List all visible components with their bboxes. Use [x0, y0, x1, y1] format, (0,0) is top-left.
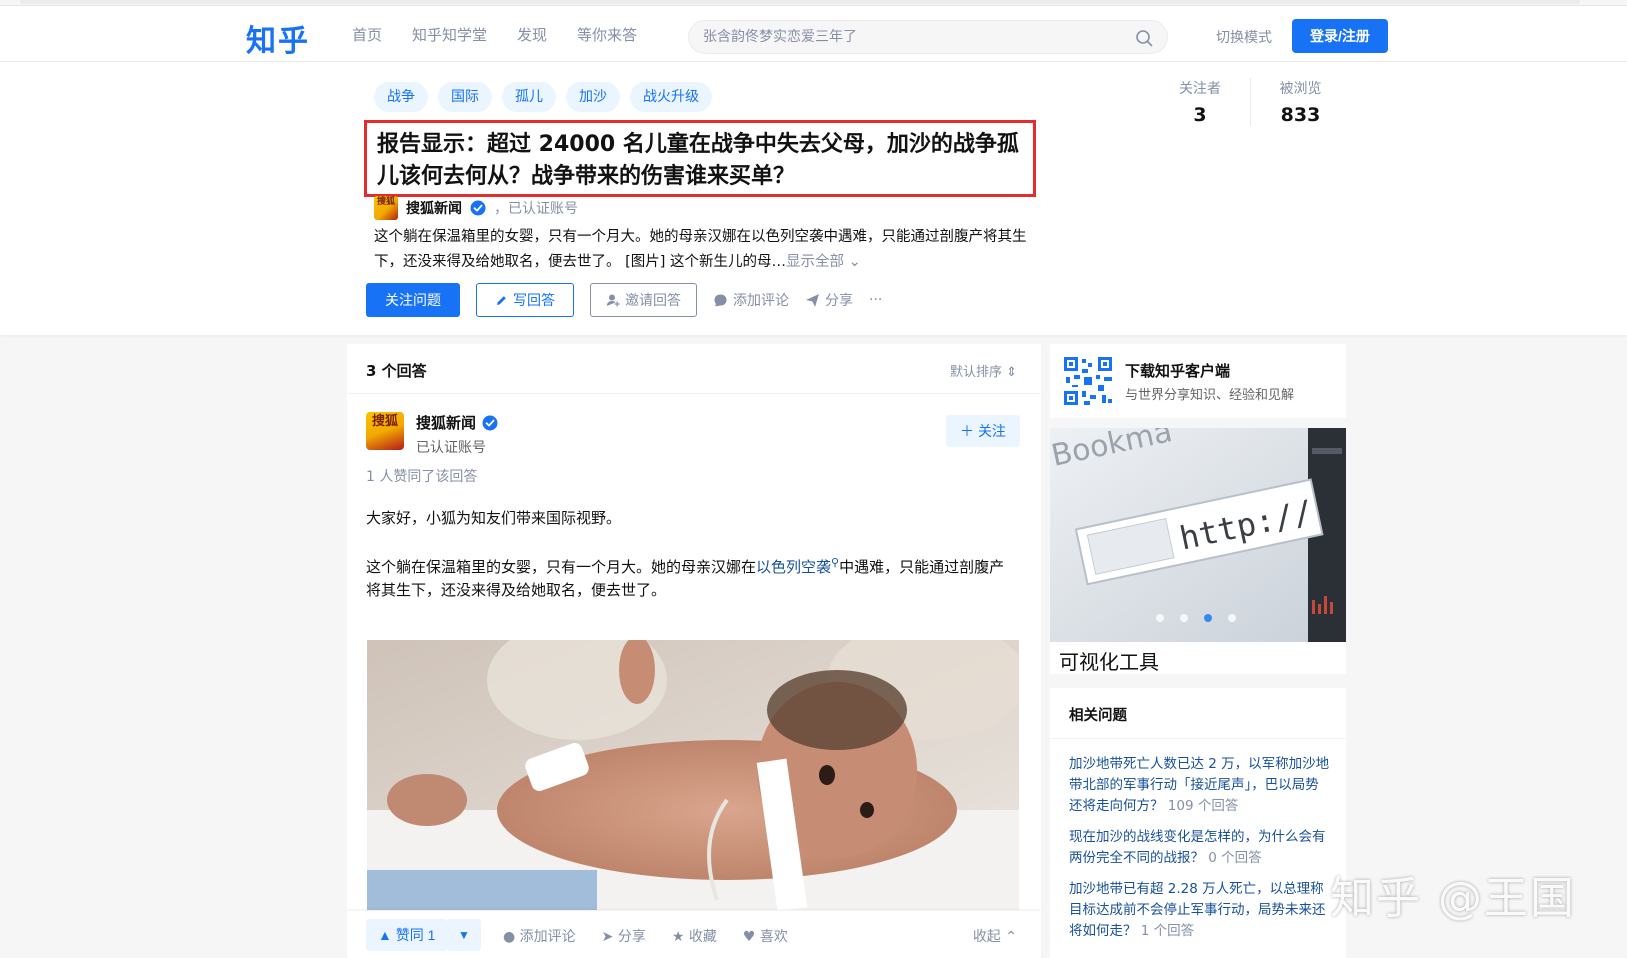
add-comment-action[interactable]: 添加评论 [713, 290, 789, 310]
more-actions-button[interactable]: ··· [869, 292, 882, 308]
views-stat: 被浏览 833 [1250, 78, 1350, 126]
avatar[interactable]: 搜狐 [366, 412, 404, 450]
search-input[interactable] [703, 21, 1123, 53]
nav-zhixuetang[interactable]: 知乎知学堂 [412, 24, 487, 45]
views-count: 833 [1280, 104, 1321, 126]
heart-icon: ♥ [742, 929, 756, 945]
nav-home[interactable]: 首页 [352, 24, 382, 45]
answer-paragraph: 这个躺在保温箱里的女婴，只有一个月大。她的母亲汉娜在以色列空袭⚲中遇难，只能通过… [366, 556, 1005, 599]
related-list: 加沙地带死亡人数已达 2 万，以军称加沙地带北部的军事行动「接近尾声」，巴以局势… [1069, 754, 1331, 952]
share-action[interactable]: 分享 [805, 290, 853, 310]
related-question[interactable]: 现在加沙的战线变化是怎样的，为什么会有两份完全不同的战报？ 0 个回答 [1069, 827, 1331, 869]
author-name[interactable]: 搜狐新闻 [406, 198, 462, 218]
upvote-button[interactable]: ▲ 赞同 1 [366, 919, 448, 951]
zhihu-logo[interactable]: 知乎 [246, 16, 310, 60]
verified-badge-icon [482, 415, 498, 430]
answers-card: 3 个回答 默认排序 ⇕ 搜狐 搜狐新闻 已认证账号 ＋ 关注 1 人赞同了该回… [347, 344, 1041, 958]
title-highlight-box: 报告显示：超过 24000 名儿童在战争中失去父母，加沙的战争孤儿该何去何从？战… [364, 120, 1036, 197]
plus-icon: ＋ [960, 423, 975, 439]
search-icon[interactable] [1135, 29, 1153, 47]
views-label: 被浏览 [1279, 81, 1322, 97]
show-all-link[interactable]: 显示全部 ⌄ [786, 254, 861, 270]
followers-count: 3 [1193, 104, 1207, 126]
question-header: 战争 国际 孤儿 加沙 战火升级 报告显示：超过 24000 名儿童在战争中失去… [0, 62, 1627, 335]
followers-label: 关注者 [1179, 81, 1221, 97]
collapse-answer-button[interactable]: 收起 ⌃ [973, 926, 1017, 946]
verified-badge-icon [470, 200, 486, 216]
search-box [688, 20, 1168, 54]
divider [1050, 738, 1346, 739]
download-app-title: 下载知乎客户端 [1125, 362, 1231, 380]
download-app-card[interactable]: 下载知乎客户端 与世界分享知识、经验和见解 [1050, 344, 1346, 418]
question-author: 搜狐 搜狐新闻 ，已认证账号 [374, 196, 578, 220]
follow-question-button[interactable]: 关注问题 [366, 283, 460, 317]
related-questions-card: 相关问题 加沙地带死亡人数已达 2 万，以军称加沙地带北部的军事行动「接近尾声」… [1050, 688, 1346, 958]
follow-author-button[interactable]: ＋ 关注 [946, 415, 1020, 447]
write-answer-label: 写回答 [513, 292, 555, 308]
sort-arrows-icon: ⇕ [1006, 365, 1017, 380]
write-answer-button[interactable]: 写回答 [476, 283, 574, 317]
followers-stat[interactable]: 关注者 3 [1150, 78, 1250, 126]
question-title: 报告显示：超过 24000 名儿童在战争中失去父母，加沙的战争孤儿该何去何从？战… [377, 132, 1019, 189]
invite-person-icon [606, 294, 620, 307]
answer-photo-newborn[interactable] [367, 640, 1019, 910]
voters-info[interactable]: 1 人赞同了该回答 [366, 466, 477, 486]
related-question[interactable]: 加沙地带死亡人数已达 2 万，以军称加沙地带北部的军事行动「接近尾声」，巴以局势… [1069, 754, 1331, 817]
comment-icon: ● [503, 929, 516, 945]
topic-tag[interactable]: 战火升级 [630, 82, 712, 112]
nav-discover[interactable]: 发现 [517, 24, 547, 45]
main-nav: 首页 知乎知学堂 发现 等你来答 [352, 24, 637, 45]
qr-code-icon [1062, 355, 1114, 407]
topic-tag[interactable]: 孤儿 [502, 82, 556, 112]
question-actions: 关注问题 写回答 邀请回答 添加评论 分享 ··· [366, 283, 882, 317]
answer-author-name[interactable]: 搜狐新闻 [416, 412, 476, 433]
download-app-subtitle: 与世界分享知识、经验和见解 [1125, 388, 1295, 403]
answer-paragraph: 大家好，小狐为知友们带来国际视野。 [366, 509, 622, 527]
answer-action-bar: ▲ 赞同 1 ▼ ● 添加评论 ➤ 分享 ★ 收藏 ♥ 喜欢 收起 ⌃ [347, 911, 1041, 958]
answer-comment-action[interactable]: ● 添加评论 [503, 926, 576, 946]
sidebar-ad[interactable]: Bookma http:// 可视化工具 [1050, 428, 1346, 674]
zhihu-watermark: 知乎 @王国 [1330, 873, 1576, 924]
answer-author-headline: 已认证账号 [416, 440, 486, 456]
ad-caption[interactable]: 可视化工具 [1059, 646, 1159, 674]
login-register-button[interactable]: 登录/注册 [1292, 19, 1388, 53]
avatar[interactable]: 搜狐 [374, 196, 398, 220]
related-title: 相关问题 [1069, 708, 1127, 724]
question-stats: 关注者 3 被浏览 833 [1150, 78, 1350, 126]
answer-author-name-row: 搜狐新闻 [416, 412, 498, 433]
chevron-up-icon: ⌃ [1005, 929, 1017, 945]
related-question[interactable]: 加沙地带已有超 2.28 万人死亡，以总理称目标达成前不会停止军事行动，局势未来… [1069, 879, 1331, 942]
invite-answer-label: 邀请回答 [625, 292, 681, 308]
topic-tags: 战争 国际 孤儿 加沙 战火升级 [374, 82, 712, 112]
topic-tag[interactable]: 国际 [438, 82, 492, 112]
ad-image-browser-url: Bookma http:// [1050, 428, 1346, 642]
sort-dropdown[interactable]: 默认排序 ⇕ [950, 361, 1017, 380]
share-icon: ➤ [601, 929, 614, 945]
invite-answer-button[interactable]: 邀请回答 [590, 283, 697, 317]
downvote-button[interactable]: ▼ [447, 919, 481, 951]
answer-author: 搜狐 搜狐新闻 已认证账号 [366, 412, 498, 457]
topic-tag[interactable]: 加沙 [566, 82, 620, 112]
share-icon [806, 293, 819, 307]
topic-tag[interactable]: 战争 [374, 82, 428, 112]
comment-icon [714, 294, 727, 306]
site-header: 知乎 首页 知乎知学堂 发现 等你来答 切换模式 登录/注册 [0, 6, 1627, 62]
nav-waiting-answers[interactable]: 等你来答 [577, 24, 637, 45]
answers-header: 3 个回答 默认排序 ⇕ [347, 344, 1041, 394]
pencil-icon [497, 295, 506, 305]
answer-count: 3 个回答 [366, 362, 427, 380]
answer-actions: ● 添加评论 ➤ 分享 ★ 收藏 ♥ 喜欢 [503, 926, 788, 946]
answer-collect-action[interactable]: ★ 收藏 [672, 926, 717, 946]
search-keyword-link[interactable]: 以色列空袭⚲ [756, 556, 840, 576]
description-text: 这个躺在保温箱里的女婴，只有一个月大。她的母亲汉娜在以色列空袭中遇难，只能通过剖… [374, 229, 1027, 270]
question-description: 这个躺在保温箱里的女婴，只有一个月大。她的母亲汉娜在以色列空袭中遇难，只能通过剖… [374, 225, 1038, 275]
switch-mode-link[interactable]: 切换模式 [1216, 27, 1272, 47]
answer-like-action[interactable]: ♥ 喜欢 [743, 926, 788, 946]
answer-share-action[interactable]: ➤ 分享 [602, 926, 646, 946]
search-icon: ⚲ [831, 556, 840, 569]
verified-label: ，已认证账号 [494, 201, 578, 217]
star-icon: ★ [671, 929, 685, 945]
